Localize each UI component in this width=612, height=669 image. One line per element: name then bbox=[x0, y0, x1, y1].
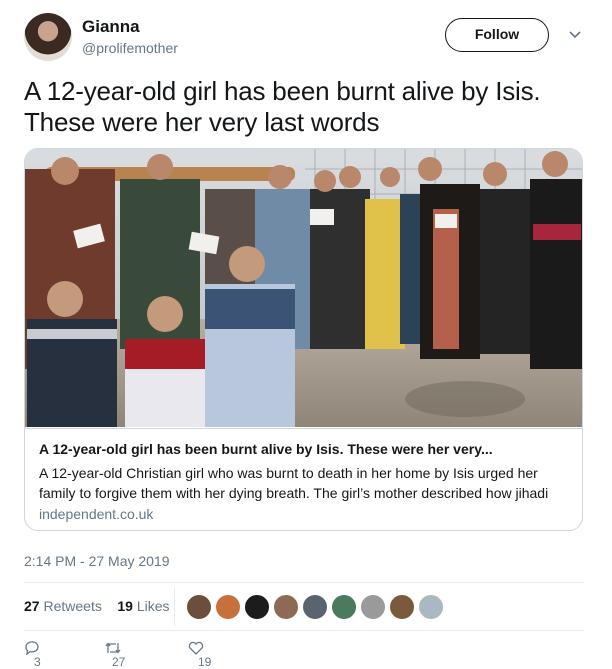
reply-action[interactable]: 3 bbox=[24, 641, 41, 669]
display-name[interactable]: Gianna bbox=[82, 17, 140, 37]
liker-avatar[interactable] bbox=[273, 594, 299, 620]
card-body[interactable]: A 12-year-old girl has been burnt alive … bbox=[25, 428, 582, 530]
likes-count: 19 bbox=[117, 598, 133, 614]
liker-avatar[interactable] bbox=[186, 594, 212, 620]
like-count: 19 bbox=[198, 655, 212, 669]
divider bbox=[24, 582, 584, 583]
card-description: A 12-year-old Christian girl who was bur… bbox=[39, 465, 549, 501]
tweet-text: A 12-year-old girl has been burnt alive … bbox=[24, 76, 541, 137]
tweet-timestamp[interactable]: 2:14 PM - 27 May 2019 bbox=[24, 553, 170, 569]
liker-avatar[interactable] bbox=[244, 594, 270, 620]
retweet-action[interactable]: 27 bbox=[104, 641, 125, 669]
follow-button[interactable]: Follow bbox=[445, 18, 549, 52]
liker-avatar[interactable] bbox=[302, 594, 328, 620]
liker-avatar[interactable] bbox=[360, 594, 386, 620]
likes-label: Likes bbox=[136, 598, 170, 614]
chevron-down-icon[interactable] bbox=[568, 30, 582, 40]
reply-count: 3 bbox=[34, 655, 41, 669]
stats-separator bbox=[174, 588, 175, 626]
card-domain: independent.co.uk bbox=[39, 506, 154, 522]
retweets-count: 27 bbox=[24, 598, 40, 614]
user-handle[interactable]: @prolifemother bbox=[82, 40, 178, 56]
avatar[interactable] bbox=[24, 13, 72, 61]
like-action[interactable]: 19 bbox=[188, 641, 211, 669]
engagement-stats: 27 Retweets 19 Likes bbox=[24, 598, 170, 614]
card-title[interactable]: A 12-year-old girl has been burnt alive … bbox=[39, 441, 493, 457]
liker-avatar[interactable] bbox=[418, 594, 444, 620]
likes-stat[interactable]: 19 Likes bbox=[117, 598, 169, 614]
retweet-count: 27 bbox=[112, 655, 126, 669]
liker-avatar[interactable] bbox=[215, 594, 241, 620]
liker-avatar[interactable] bbox=[331, 594, 357, 620]
retweets-label: Retweets bbox=[43, 598, 102, 614]
divider bbox=[24, 630, 584, 631]
card-image[interactable] bbox=[25, 149, 582, 427]
liker-avatar[interactable] bbox=[389, 594, 415, 620]
retweets-stat[interactable]: 27 Retweets bbox=[24, 598, 102, 614]
link-card[interactable]: A 12-year-old girl has been burnt alive … bbox=[24, 148, 583, 531]
